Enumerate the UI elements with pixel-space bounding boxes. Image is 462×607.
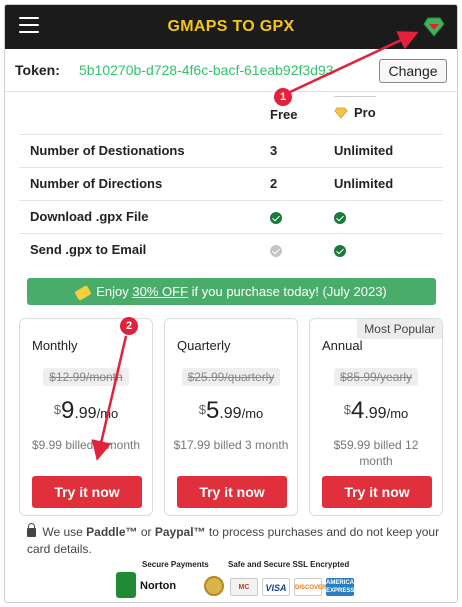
billing-note: $9.99 billed 1 month — [31, 438, 141, 452]
feature-name: Number of Directions — [19, 166, 270, 200]
discover-icon: DISCOVER — [294, 578, 326, 596]
price-tag-icon — [74, 284, 92, 301]
mastercard-icon: MC — [230, 578, 258, 596]
token-value: 5b10270b-d728-4f6c-bacf-61eab92f3d93 — [79, 62, 334, 78]
free-value: 2 — [270, 166, 334, 200]
popup-window: GMAPS TO GPX Token: 5b10270b-d728-4f6c-b… — [4, 4, 458, 603]
paddle-brand: Paddle™ — [86, 525, 138, 539]
billing-note: $59.99 billed 12 month — [333, 438, 419, 468]
promo-highlight: 30% OFF — [132, 284, 189, 299]
top-bar: GMAPS TO GPX — [5, 5, 457, 49]
try-quarterly-button[interactable]: Try it now — [177, 476, 287, 508]
step-marker-1: 1 — [274, 88, 292, 106]
paypal-brand: Paypal™ — [154, 525, 206, 539]
feature-name: Download .gpx File — [19, 199, 270, 233]
change-token-button[interactable]: Change — [379, 59, 447, 83]
promo-prefix: Enjoy — [96, 284, 129, 299]
check-icon — [334, 244, 346, 257]
plan-name: Monthly — [32, 338, 78, 353]
plan-name: Quarterly — [177, 338, 231, 353]
plan-card-quarterly: Quarterly $25.99/quarterly $5.99/mo $17.… — [164, 318, 298, 516]
amex-icon: AMERICAN EXPRESS — [326, 578, 359, 596]
payment-note: We use Paddle™ or Paypal™ to process pur… — [27, 523, 440, 556]
pro-value: Unlimited — [334, 166, 443, 200]
most-popular-badge: Most Popular — [357, 319, 442, 339]
table-row: Number of Destionations 3 Unlimited — [19, 133, 443, 167]
lock-icon — [27, 523, 36, 537]
feature-comparison-table: Free Pro Number of Destionations 3 Unlim… — [19, 92, 443, 266]
table-row: Send .gpx to Email — [19, 232, 443, 266]
plan-price: $4.99/mo — [343, 397, 409, 424]
main-content: Free Pro Number of Destionations 3 Unlim… — [19, 92, 443, 598]
token-label: Token: — [15, 62, 60, 78]
secure-payments-label: Secure Payments — [142, 560, 209, 569]
check-icon — [270, 211, 282, 224]
plan-price: $5.99/mo — [198, 397, 264, 424]
ssl-label: Safe and Secure SSL Encrypted — [228, 560, 350, 569]
pro-value: Unlimited — [334, 133, 443, 167]
visa-icon: VISA — [262, 578, 290, 596]
billing-note: $17.99 billed 3 month — [173, 438, 289, 452]
plan-price: $9.99/mo — [53, 397, 119, 424]
free-value: 3 — [270, 133, 334, 167]
try-monthly-button[interactable]: Try it now — [32, 476, 142, 508]
trust-badges: Secure Payments Safe and Secure SSL Encr… — [116, 560, 359, 602]
table-row: Number of Directions 2 Unlimited — [19, 166, 443, 200]
promo-suffix: if you purchase today! (July 2023) — [191, 284, 387, 299]
security-seal-icon — [204, 576, 224, 596]
plan-name: Annual — [322, 338, 363, 353]
step-marker-2: 2 — [120, 317, 138, 335]
try-annual-button[interactable]: Try it now — [322, 476, 432, 508]
check-disabled-icon — [270, 244, 282, 257]
feature-name: Send .gpx to Email — [19, 232, 270, 266]
pro-column-header: Pro — [354, 105, 376, 120]
feature-name: Number of Destionations — [19, 133, 270, 167]
plan-card-annual: Most Popular Annual $85.99/yearly $4.99/… — [309, 318, 443, 516]
promo-banner: Enjoy 30% OFF if you purchase today! (Ju… — [27, 278, 436, 305]
app-title: GMAPS TO GPX — [167, 18, 295, 35]
pro-diamond-icon — [334, 107, 348, 119]
check-icon — [334, 211, 346, 224]
plan-card-monthly: Monthly $12.99/month $9.99/mo $9.99 bill… — [19, 318, 153, 516]
security-shield-icon — [116, 572, 136, 598]
old-price: $85.99/yearly — [333, 368, 419, 386]
old-price: $25.99/quarterly — [181, 368, 281, 386]
token-row: Token: 5b10270b-d728-4f6c-bacf-61eab92f3… — [5, 49, 457, 92]
norton-logo: Norton — [140, 580, 177, 592]
pro-diamond-icon[interactable] — [423, 17, 445, 37]
table-row: Download .gpx File — [19, 199, 443, 233]
old-price: $12.99/month — [43, 368, 129, 386]
